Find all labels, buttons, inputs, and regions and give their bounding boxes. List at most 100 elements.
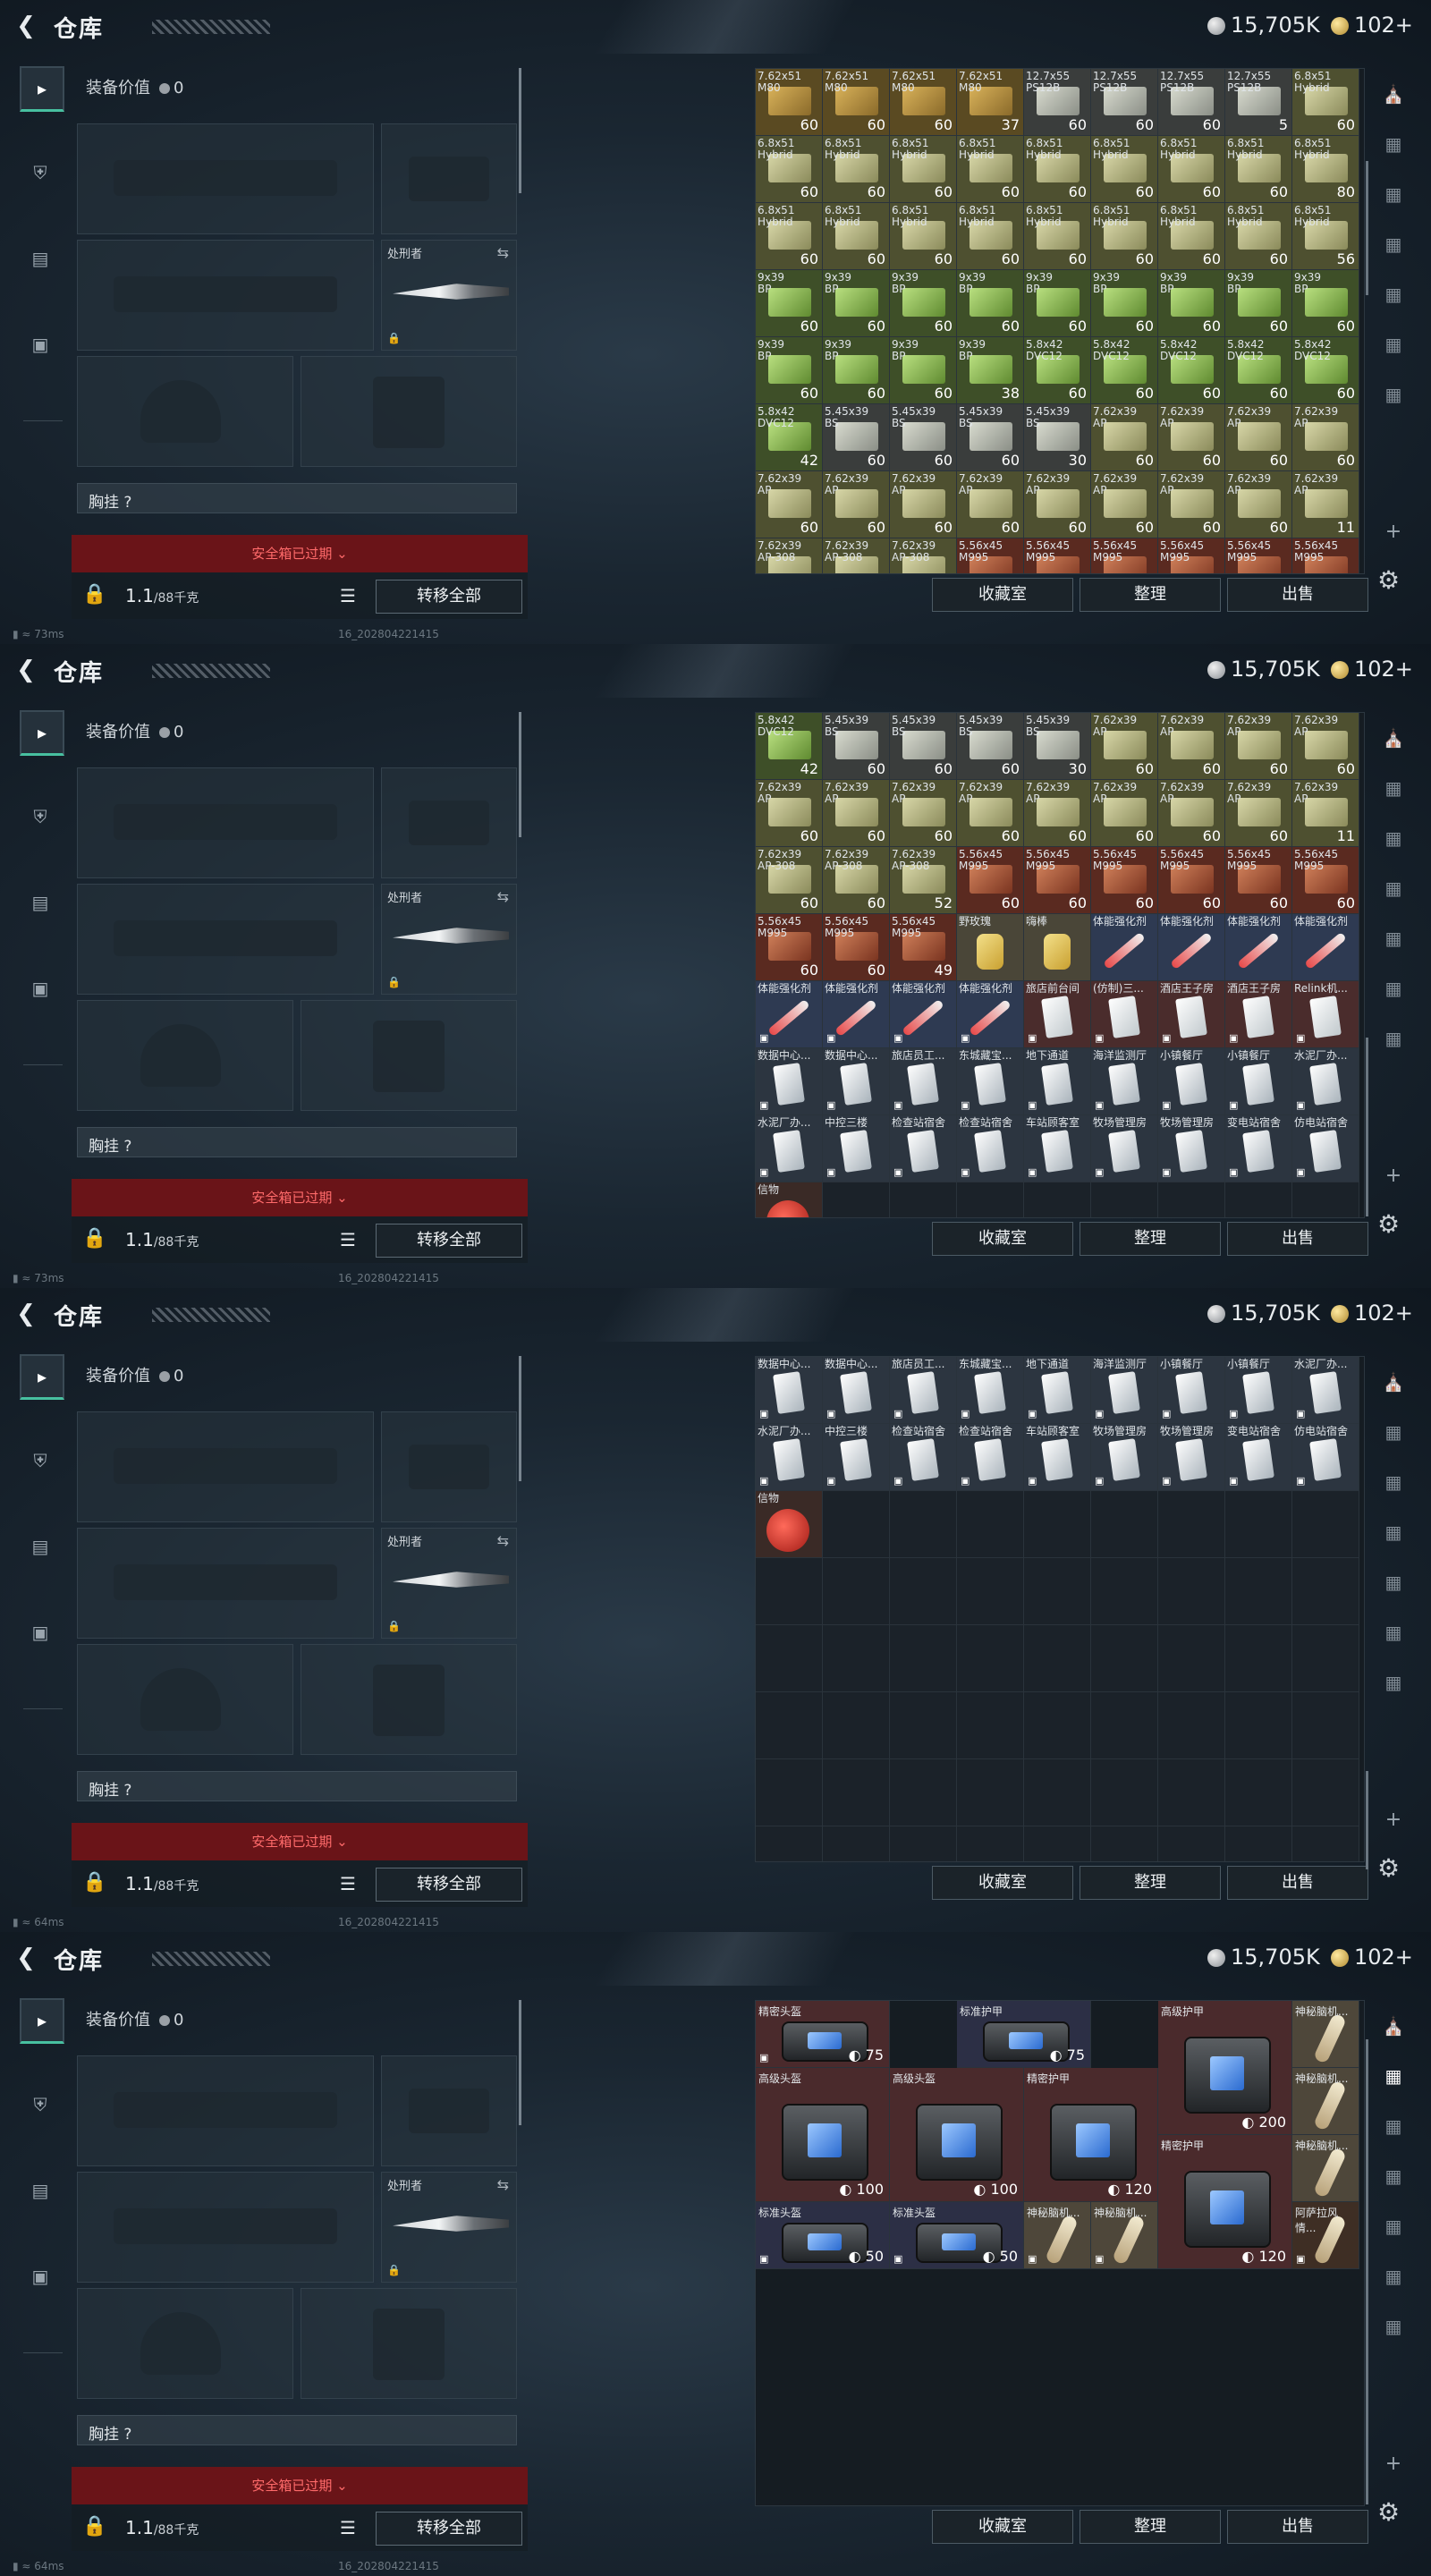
- inventory-item[interactable]: 5.56x45 M995 60: [1292, 847, 1359, 914]
- inventory-item[interactable]: 5.45x39 BS 60: [823, 404, 890, 471]
- sidearm-slot[interactable]: [381, 2055, 517, 2166]
- sort-button[interactable]: 整理: [1080, 1222, 1221, 1256]
- inventory-item[interactable]: 7.62x39 AP 60: [1158, 780, 1225, 847]
- inventory-item[interactable]: 野玫瑰: [957, 914, 1024, 981]
- stash-6-icon[interactable]: ▦: [1377, 2313, 1410, 2340]
- inventory-item[interactable]: 7.62x39 AP 60: [1292, 404, 1359, 471]
- stash-scrollbar[interactable]: [1366, 1038, 1368, 1216]
- inventory-item[interactable]: 体能强化剂: [1091, 914, 1158, 981]
- inventory-item[interactable]: 7.62x39 AP-308 60: [756, 847, 823, 914]
- inventory-item[interactable]: 体能强化剂: [1225, 914, 1292, 981]
- melee-slot[interactable]: 处刑者 ⇆ 🔒: [381, 240, 517, 351]
- inventory-item[interactable]: 9x39 BP 60: [1225, 270, 1292, 337]
- list-icon[interactable]: ☰: [340, 585, 356, 606]
- briefcase-tab-icon[interactable]: ▣: [20, 1612, 61, 1653]
- sort-button[interactable]: 整理: [1080, 578, 1221, 612]
- gold-currency[interactable]: 102+: [1331, 1301, 1413, 1326]
- gear-item[interactable]: 神秘脑机... ▣: [1091, 2202, 1158, 2269]
- inventory-item[interactable]: 5.56x45 M995 60: [756, 914, 823, 981]
- clipboard-tab-icon[interactable]: ▤: [20, 238, 61, 279]
- primary-weapon-slot[interactable]: [77, 767, 374, 878]
- gear-item[interactable]: 高级头盔 ◐ 100: [890, 2068, 1024, 2202]
- inventory-item[interactable]: 7.62x39 AP 11: [1292, 471, 1359, 538]
- inventory-item[interactable]: 6.8x51 Hybrid 60: [957, 136, 1024, 203]
- inventory-item[interactable]: 5.45x39 BS 30: [1024, 404, 1091, 471]
- weapons-tab-icon[interactable]: ▸: [20, 66, 64, 112]
- inventory-item[interactable]: (仿制)三... ▣: [1091, 981, 1158, 1048]
- inventory-item[interactable]: 6.8x51 Hybrid 60: [1292, 69, 1359, 136]
- transfer-all-button[interactable]: 转移全部: [376, 580, 522, 614]
- secondary-weapon-slot[interactable]: [77, 240, 374, 351]
- add-stash-button[interactable]: +: [1377, 2453, 1410, 2475]
- secondary-weapon-slot[interactable]: [77, 2172, 374, 2283]
- silver-currency[interactable]: 15,705K: [1207, 1945, 1320, 1970]
- storage-tab-icon[interactable]: ⛪: [1377, 2012, 1410, 2039]
- inventory-item[interactable]: 7.62x39 AP 60: [823, 780, 890, 847]
- briefcase-tab-icon[interactable]: ▣: [20, 2256, 61, 2297]
- inventory-item[interactable]: 5.56x45 M995: [1292, 538, 1359, 573]
- add-stash-button[interactable]: +: [1377, 521, 1410, 543]
- list-icon[interactable]: ☰: [340, 2517, 356, 2538]
- inventory-item[interactable]: 酒店王子房 ▣: [1225, 981, 1292, 1048]
- inventory-item[interactable]: 5.56x45 M995: [1158, 538, 1225, 573]
- swap-icon[interactable]: ⇆: [497, 244, 509, 261]
- inventory-item[interactable]: 7.62x39 AP-308 60: [823, 847, 890, 914]
- inventory-item[interactable]: 中控三楼 ▣: [823, 1424, 890, 1491]
- inventory-item[interactable]: 6.8x51 Hybrid 60: [823, 203, 890, 270]
- sell-button[interactable]: 出售: [1227, 1222, 1368, 1256]
- inventory-item[interactable]: 7.62x39 AP 60: [1091, 713, 1158, 780]
- inventory-item[interactable]: 7.62x39 AP 60: [756, 471, 823, 538]
- inventory-item[interactable]: 12.7x55 PS12B 5: [1225, 69, 1292, 136]
- inventory-item[interactable]: 6.8x51 Hybrid 60: [957, 203, 1024, 270]
- inventory-item[interactable]: 数据中心... ▣: [823, 1357, 890, 1424]
- melee-slot[interactable]: 处刑者 ⇆ 🔒: [381, 884, 517, 995]
- inventory-item[interactable]: 7.62x39 AP 60: [823, 471, 890, 538]
- collection-room-button[interactable]: 收藏室: [932, 578, 1073, 612]
- gear-item[interactable]: 标准护甲 ◐ 75: [957, 2001, 1091, 2068]
- inventory-item[interactable]: 6.8x51 Hybrid 80: [1292, 136, 1359, 203]
- inventory-item[interactable]: 6.8x51 Hybrid 60: [1225, 203, 1292, 270]
- collection-room-button[interactable]: 收藏室: [932, 1222, 1073, 1256]
- add-stash-button[interactable]: +: [1377, 1809, 1410, 1831]
- inventory-item[interactable]: 7.62x39 AP-308: [756, 538, 823, 573]
- inventory-item[interactable]: 牧场管理房 ▣: [1158, 1424, 1225, 1491]
- silver-currency[interactable]: 15,705K: [1207, 13, 1320, 38]
- stash-1-icon[interactable]: ▦: [1377, 775, 1410, 801]
- sidearm-slot[interactable]: [381, 123, 517, 234]
- inventory-item[interactable]: 7.62x39 AP 60: [1091, 780, 1158, 847]
- storage-tab-icon[interactable]: ⛪: [1377, 724, 1410, 751]
- inventory-item[interactable]: 12.7x55 PS12B 60: [1091, 69, 1158, 136]
- inventory-item[interactable]: 9x39 BP 60: [957, 270, 1024, 337]
- stash-4-icon[interactable]: ▦: [1377, 925, 1410, 952]
- secondary-weapon-slot[interactable]: [77, 1528, 374, 1639]
- inventory-item[interactable]: 5.56x45 M995 60: [1024, 847, 1091, 914]
- inventory-item[interactable]: 5.8x42 DVC12 60: [1292, 337, 1359, 404]
- inventory-item[interactable]: 5.56x45 M995 49: [890, 914, 957, 981]
- inventory-item[interactable]: 5.45x39 BS 60: [823, 713, 890, 780]
- collection-room-button[interactable]: 收藏室: [932, 1866, 1073, 1900]
- equipment-scrollbar[interactable]: [519, 2000, 521, 2125]
- inventory-item[interactable]: 5.56x45 M995 60: [1091, 847, 1158, 914]
- stash-scrollbar[interactable]: [1366, 1771, 1368, 1869]
- inventory-item[interactable]: 7.62x39 AP 60: [1158, 404, 1225, 471]
- inventory-item[interactable]: 体能强化剂: [1292, 914, 1359, 981]
- stash-3-icon[interactable]: ▦: [1377, 231, 1410, 258]
- inventory-item[interactable]: 牧场管理房 ▣: [1091, 1424, 1158, 1491]
- transfer-all-button[interactable]: 转移全部: [376, 2512, 522, 2546]
- stash-scrollbar[interactable]: [1366, 2039, 1368, 2504]
- inventory-item[interactable]: 6.8x51 Hybrid 60: [1158, 136, 1225, 203]
- stash-2-icon[interactable]: ▦: [1377, 1469, 1410, 1496]
- inventory-item[interactable]: 7.62x39 AP-308: [823, 538, 890, 573]
- silver-currency[interactable]: 15,705K: [1207, 1301, 1320, 1326]
- stash-5-icon[interactable]: ▦: [1377, 2263, 1410, 2290]
- armor-tab-icon[interactable]: ⛨: [20, 2084, 61, 2125]
- equipment-scrollbar[interactable]: [519, 1356, 521, 1481]
- gear-item[interactable]: 精密头盔 ◐ 75 ▣: [756, 2001, 890, 2068]
- inventory-item[interactable]: 检查站宿舍 ▣: [957, 1424, 1024, 1491]
- inventory-item[interactable]: 9x39 BP 60: [823, 270, 890, 337]
- gear-item[interactable]: 精密护甲 ◐ 120: [1158, 2135, 1292, 2269]
- gear-item[interactable]: 神秘脑机... ▣: [1024, 2202, 1091, 2269]
- armor-slot[interactable]: [301, 2288, 517, 2399]
- sell-button[interactable]: 出售: [1227, 2510, 1368, 2544]
- inventory-item[interactable]: 变电站宿舍 ▣: [1225, 1424, 1292, 1491]
